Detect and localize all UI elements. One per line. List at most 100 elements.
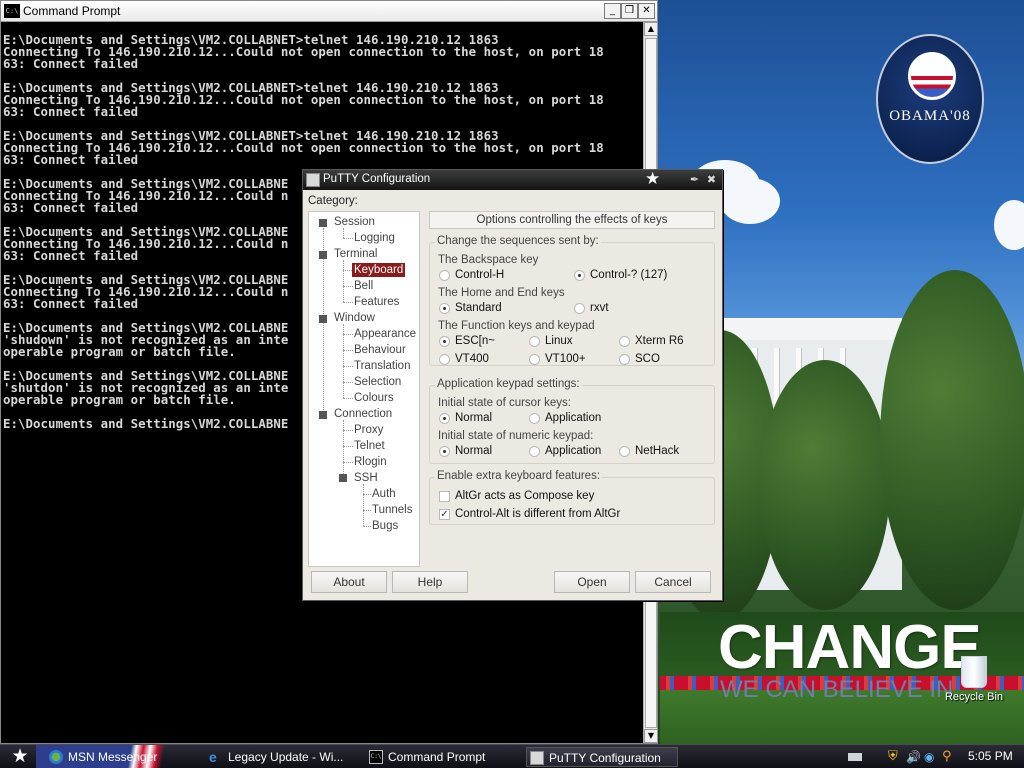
radio-control[interactable]: [529, 336, 540, 347]
putty-title: PuTTY Configuration: [323, 173, 431, 185]
restore-button[interactable]: ❐: [621, 3, 638, 19]
shield-icon[interactable]: ⛨: [888, 750, 902, 764]
close-button[interactable]: ✕: [638, 3, 655, 19]
cmd-icon: C:\: [4, 4, 20, 18]
help-titlebar-icon[interactable]: ✒: [687, 172, 702, 187]
tree-image: [760, 360, 890, 610]
checkbox-label: Control-Alt is different from AltGr: [455, 508, 621, 520]
radio-control[interactable]: [439, 354, 450, 365]
campaign-logo-text: OBAMA'08: [889, 108, 971, 124]
radio-label: Xterm R6: [635, 335, 684, 347]
task-legacy-update[interactable]: e Legacy Update - Wi...: [206, 747, 358, 767]
tree-item-telnet[interactable]: Telnet: [354, 439, 385, 453]
tree-item-translation[interactable]: Translation: [354, 359, 410, 373]
radio-control[interactable]: [529, 446, 540, 457]
window-collapse-icon[interactable]: [319, 315, 327, 323]
close-icon[interactable]: ✖: [704, 172, 719, 187]
minimize-button[interactable]: _: [604, 3, 621, 19]
start-button[interactable]: ★: [0, 745, 40, 768]
cmd-icon: C:\: [369, 750, 383, 764]
radio-label: Application: [545, 445, 602, 457]
radio-control[interactable]: [619, 336, 630, 347]
tree-image: [880, 270, 1024, 610]
tree-item-appearance[interactable]: Appearance: [354, 327, 416, 341]
keyboard-icon[interactable]: [848, 753, 862, 761]
ssh-collapse-icon[interactable]: [339, 474, 347, 482]
search-icon[interactable]: ⚲: [942, 750, 956, 764]
task-msn-messenger[interactable]: MSN Messenger: [46, 747, 196, 767]
radio-control[interactable]: [439, 270, 450, 281]
radio-control[interactable]: [439, 446, 450, 457]
radio-label: rxvt: [590, 302, 609, 314]
rising-sun-emblem: [908, 52, 956, 100]
tree-item-bell[interactable]: Bell: [354, 279, 373, 293]
putty-config-dialog[interactable]: PuTTY Configuration ★ ✒ ✖ Category: Sess…: [302, 169, 723, 601]
tree-item-behaviour[interactable]: Behaviour: [354, 343, 406, 357]
tree-item-features[interactable]: Features: [354, 295, 399, 309]
radio-control[interactable]: [439, 413, 450, 424]
putty-titlebar[interactable]: PuTTY Configuration ★ ✒ ✖: [303, 169, 722, 190]
taskbar-clock[interactable]: 5:05 PM: [968, 745, 1013, 768]
recycle-bin[interactable]: Recycle Bin: [944, 656, 1004, 703]
category-label: Category:: [308, 195, 358, 207]
session-collapse-icon[interactable]: [319, 219, 327, 227]
checkbox-box[interactable]: [439, 491, 450, 502]
tree-item-ssh[interactable]: SSH: [354, 471, 378, 485]
cloud: [994, 200, 1024, 250]
tree-item-rlogin[interactable]: Rlogin: [354, 455, 387, 469]
tree-item-colours[interactable]: Colours: [354, 391, 394, 405]
tree-item-terminal[interactable]: Terminal: [334, 247, 377, 261]
terminal-collapse-icon[interactable]: [319, 251, 327, 259]
tree-item-tunnels[interactable]: Tunnels: [372, 503, 413, 517]
about-button[interactable]: About: [311, 571, 387, 593]
tree-item-keyboard[interactable]: Keyboard: [352, 263, 406, 277]
help-button[interactable]: Help: [392, 571, 468, 593]
connection-collapse-icon[interactable]: [319, 411, 327, 419]
open-button[interactable]: Open: [554, 571, 630, 593]
radio-label: VT400: [455, 353, 489, 365]
cmd-titlebar[interactable]: C:\ Command Prompt _ ❐ ✕: [1, 1, 657, 22]
cancel-button[interactable]: Cancel: [635, 571, 711, 593]
tree-item-proxy[interactable]: Proxy: [354, 423, 383, 437]
poster-headline: CHANGE: [718, 613, 982, 682]
radio-control[interactable]: [574, 303, 585, 314]
task-putty-configuration[interactable]: PuTTY Configuration: [526, 747, 678, 767]
cmd-line: 63: Connect failed: [3, 56, 139, 71]
task-label: Command Prompt: [388, 750, 486, 764]
home-end-label: The Home and End keys: [438, 287, 565, 299]
tree-item-logging[interactable]: Logging: [354, 231, 395, 245]
tree-item-window[interactable]: Window: [334, 311, 375, 325]
task-label: Legacy Update - Wi...: [228, 750, 344, 764]
checkmark-icon[interactable]: ✓: [439, 509, 450, 520]
tree-item-auth[interactable]: Auth: [372, 487, 396, 501]
radio-control[interactable]: [439, 303, 450, 314]
category-tree[interactable]: Session Logging Terminal Keyboard Bell F…: [308, 211, 420, 567]
radio-label: Standard: [455, 302, 502, 314]
backspace-label: The Backspace key: [438, 254, 539, 266]
radio-control[interactable]: [619, 354, 630, 365]
radio-label: Linux: [545, 335, 573, 347]
radio-control[interactable]: [619, 446, 630, 457]
radio-control[interactable]: [529, 413, 540, 424]
radio-control[interactable]: [574, 270, 585, 281]
radio-control[interactable]: [529, 354, 540, 365]
recycle-bin-icon: [961, 656, 987, 688]
scroll-down-icon[interactable]: ▼: [644, 729, 658, 743]
internet-explorer-icon: e: [209, 749, 217, 765]
task-command-prompt[interactable]: C:\ Command Prompt: [366, 747, 520, 767]
tree-item-connection[interactable]: Connection: [334, 407, 392, 421]
tree-item-session[interactable]: Session: [334, 215, 375, 229]
campaign-logo: OBAMA'08: [876, 34, 984, 164]
tree-item-selection[interactable]: Selection: [354, 375, 401, 389]
cloud: [720, 178, 780, 224]
radio-label: NetHack: [635, 445, 680, 457]
cmd-line: 63: Connect failed: [3, 152, 139, 167]
volume-icon[interactable]: 🔊: [906, 750, 921, 764]
radio-control[interactable]: [439, 336, 450, 347]
taskbar: ★ MSN Messenger e Legacy Update - Wi... …: [0, 744, 1024, 768]
network-icon[interactable]: ◉: [924, 750, 938, 764]
tree-item-bugs[interactable]: Bugs: [372, 519, 398, 533]
scroll-up-icon[interactable]: ▲: [644, 22, 658, 36]
recycle-bin-label: Recycle Bin: [944, 691, 1004, 703]
radio-label: Normal: [455, 445, 493, 457]
